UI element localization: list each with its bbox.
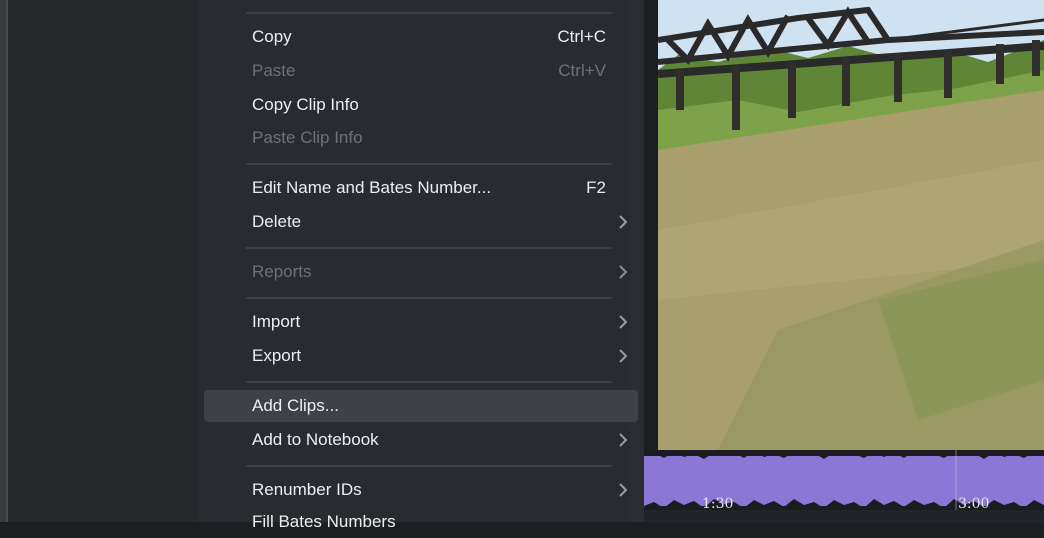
menu-item-paste[interactable]: Paste Ctrl+V bbox=[204, 55, 638, 87]
timeline-footer bbox=[644, 510, 1044, 522]
chevron-right-icon bbox=[616, 340, 630, 372]
menu-item-delete[interactable]: Delete bbox=[204, 206, 638, 238]
menu-item-reports[interactable]: Reports bbox=[204, 256, 638, 288]
menu-item-copy-clip-info[interactable]: Copy Clip Info bbox=[204, 89, 638, 121]
menu-item-label: Add to Notebook bbox=[252, 430, 379, 449]
menu-item-label: Delete bbox=[252, 212, 302, 231]
chevron-right-icon bbox=[616, 474, 630, 506]
menu-item-fill-bates-numbers[interactable]: Fill Bates Numbers bbox=[204, 506, 638, 538]
video-preview[interactable] bbox=[658, 0, 1044, 450]
menu-item-label: Export bbox=[252, 346, 302, 365]
menu-item-label: Paste bbox=[252, 61, 296, 80]
menu-separator bbox=[246, 381, 612, 383]
menu-item-label: Edit Name and Bates Number... bbox=[252, 178, 492, 197]
menu-separator bbox=[246, 297, 612, 299]
chevron-right-icon bbox=[616, 424, 630, 456]
menu-item-label: Import bbox=[252, 312, 301, 331]
panel-edge bbox=[6, 0, 8, 522]
menu-item-shortcut: Ctrl+C bbox=[557, 27, 606, 46]
menu-item-label: Renumber IDs bbox=[252, 480, 362, 499]
left-panel bbox=[0, 0, 198, 522]
menu-item-export[interactable]: Export bbox=[204, 340, 638, 372]
menu-separator bbox=[246, 247, 612, 249]
context-menu: Copy Ctrl+C Paste Ctrl+V Copy Clip Info … bbox=[198, 0, 644, 531]
menu-item-label: Reports bbox=[252, 262, 312, 281]
menu-separator bbox=[246, 163, 612, 165]
menu-item-copy[interactable]: Copy Ctrl+C bbox=[204, 21, 638, 53]
menu-item-label: Paste Clip Info bbox=[252, 128, 363, 147]
menu-item-import[interactable]: Import bbox=[204, 306, 638, 338]
menu-item-add-clips[interactable]: Add Clips... bbox=[204, 390, 638, 422]
menu-item-shortcut: Ctrl+V bbox=[558, 61, 606, 80]
video-frame-image bbox=[658, 0, 1044, 450]
menu-separator bbox=[246, 12, 612, 14]
menu-item-shortcut: F2 bbox=[586, 178, 606, 197]
menu-item-add-to-notebook[interactable]: Add to Notebook bbox=[204, 424, 638, 456]
menu-item-label: Copy bbox=[252, 27, 292, 46]
chevron-right-icon bbox=[616, 256, 630, 288]
chevron-right-icon bbox=[616, 206, 630, 238]
menu-item-label: Fill Bates Numbers bbox=[252, 512, 396, 531]
menu-item-edit-name[interactable]: Edit Name and Bates Number... F2 bbox=[204, 172, 638, 204]
menu-item-renumber-ids[interactable]: Renumber IDs bbox=[204, 474, 638, 506]
menu-separator bbox=[246, 465, 612, 467]
chevron-right-icon bbox=[616, 306, 630, 338]
menu-item-paste-clip-info[interactable]: Paste Clip Info bbox=[204, 122, 638, 154]
menu-item-label: Copy Clip Info bbox=[252, 95, 359, 114]
menu-item-label: Add Clips... bbox=[252, 396, 339, 415]
